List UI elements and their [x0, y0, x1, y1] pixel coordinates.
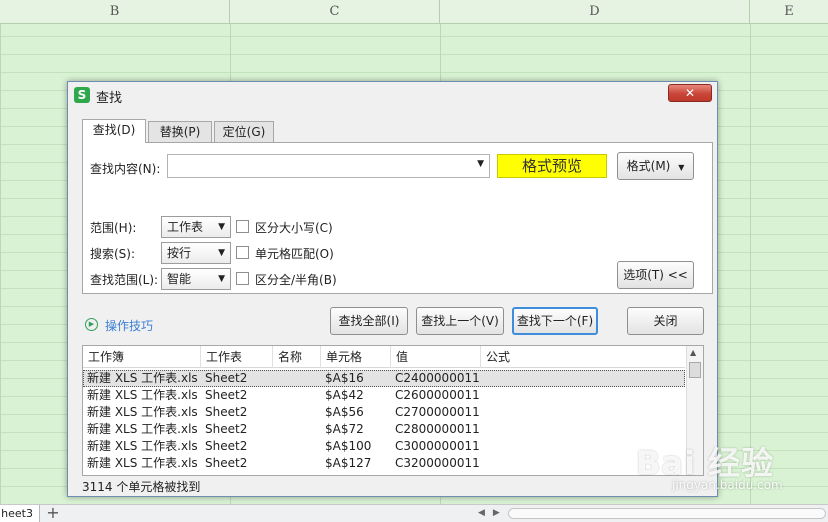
header-value[interactable]: 值: [391, 346, 481, 368]
tab-replace[interactable]: 替换(P): [148, 121, 212, 142]
tab-goto[interactable]: 定位(G): [214, 121, 274, 142]
match-cell-label: 单元格匹配(O): [255, 247, 334, 261]
column-header-c[interactable]: C: [230, 0, 440, 24]
baidu-watermark-url: jingyan.baidu.com: [672, 478, 783, 492]
cell-sheet: Sheet2: [205, 388, 248, 402]
column-header-b[interactable]: B: [0, 0, 230, 24]
find-previous-button[interactable]: 查找上一个(V): [416, 307, 504, 335]
header-sheet[interactable]: 工作表: [201, 346, 273, 368]
find-dialog: S 查找 ✕ 查找(D) 替换(P) 定位(G) 查找内容(N): ▼ 格式预览…: [67, 81, 718, 497]
match-cell-checkbox[interactable]: [236, 246, 249, 259]
results-rows: 新建 XLS 工作表.xls Sheet2 $A$16 C2400000011 …: [83, 370, 685, 472]
cell-sheet: Sheet2: [205, 405, 248, 419]
close-icon[interactable]: ✕: [668, 84, 712, 102]
options-button[interactable]: 选项(T) <<: [617, 261, 694, 289]
scope-label: 范围(H):: [90, 221, 137, 235]
scroll-up-icon[interactable]: ▲: [690, 348, 696, 357]
table-row[interactable]: 新建 XLS 工作表.xls Sheet2 $A$42 C2600000011: [83, 387, 685, 404]
sheet-tab[interactable]: heet3: [0, 505, 40, 522]
tab-find[interactable]: 查找(D): [82, 119, 146, 143]
cell-address: $A$42: [325, 388, 364, 402]
cell-address: $A$16: [325, 371, 364, 385]
cell-workbook: 新建 XLS 工作表.xls: [87, 456, 198, 470]
dialog-titlebar[interactable]: S 查找 ✕: [68, 82, 717, 108]
match-width-label: 区分全/半角(B): [255, 273, 337, 287]
find-panel: 查找内容(N): ▼ 格式预览 格式(M) ▼ 范围(H): 工作表 ▼ 区分大…: [82, 142, 713, 294]
cell-value: C2700000011: [395, 405, 480, 419]
lookin-select[interactable]: 智能 ▼: [161, 268, 231, 290]
results-header: 工作簿 工作表 名称 单元格 值 公式: [83, 346, 685, 368]
find-all-button[interactable]: 查找全部(I): [330, 307, 408, 335]
find-label: 查找内容(N):: [90, 162, 161, 176]
cell-workbook: 新建 XLS 工作表.xls: [87, 388, 198, 402]
column-header-e[interactable]: E: [750, 0, 828, 24]
cell-address: $A$127: [325, 456, 372, 470]
results-list: 工作簿 工作表 名称 单元格 值 公式 新建 XLS 工作表.xls Sheet…: [82, 345, 704, 476]
chevron-down-icon[interactable]: ▼: [477, 159, 484, 169]
cell-value: C2800000011: [395, 422, 480, 436]
tips-link[interactable]: 操作技巧: [105, 317, 153, 334]
cell-sheet: Sheet2: [205, 456, 248, 470]
format-button-label: 格式(M): [626, 159, 671, 173]
cell-address: $A$100: [325, 439, 372, 453]
scroll-arrows-icon[interactable]: ◀▶: [478, 508, 508, 518]
cell-sheet: Sheet2: [205, 371, 248, 385]
table-row[interactable]: 新建 XLS 工作表.xls Sheet2 $A$72 C2800000011: [83, 421, 685, 438]
match-case-label: 区分大小写(C): [255, 221, 333, 235]
cell-value: C2600000011: [395, 388, 480, 402]
dialog-title: 查找: [96, 91, 123, 106]
chevron-down-icon: ▼: [218, 222, 225, 232]
header-name[interactable]: 名称: [273, 346, 321, 368]
format-button[interactable]: 格式(M) ▼: [617, 152, 694, 180]
cell-sheet: Sheet2: [205, 422, 248, 436]
chevron-down-icon: ▼: [678, 163, 685, 172]
sheet-tab-bar: heet3 + ◀▶: [0, 504, 828, 522]
chevron-down-icon: ▼: [218, 248, 225, 258]
find-next-button[interactable]: 查找下一个(F): [512, 307, 598, 335]
format-preview: 格式预览: [497, 154, 607, 178]
scroll-thumb[interactable]: [689, 362, 701, 378]
cell-workbook: 新建 XLS 工作表.xls: [87, 371, 198, 385]
column-header-bar: B C D E: [0, 0, 828, 24]
grid-line: [750, 24, 751, 504]
match-width-checkbox[interactable]: [236, 272, 249, 285]
cell-workbook: 新建 XLS 工作表.xls: [87, 439, 198, 453]
close-button[interactable]: 关闭: [627, 307, 704, 335]
search-select[interactable]: 按行 ▼: [161, 242, 231, 264]
wps-logo-icon: S: [74, 87, 90, 103]
play-icon: ▶: [85, 318, 98, 331]
search-label: 搜索(S):: [90, 247, 136, 261]
table-row[interactable]: 新建 XLS 工作表.xls Sheet2 $A$127 C3200000011: [83, 455, 685, 472]
header-formula[interactable]: 公式: [481, 346, 685, 368]
match-case-checkbox[interactable]: [236, 220, 249, 233]
cell-sheet: Sheet2: [205, 439, 248, 453]
scope-value: 工作表: [167, 220, 204, 234]
lookin-label: 查找范围(L):: [90, 273, 159, 287]
cell-address: $A$72: [325, 422, 364, 436]
cell-address: $A$56: [325, 405, 364, 419]
scope-select[interactable]: 工作表 ▼: [161, 216, 231, 238]
cell-value: C2400000011: [395, 371, 480, 385]
horizontal-scrollbar[interactable]: [508, 508, 826, 519]
cell-workbook: 新建 XLS 工作表.xls: [87, 422, 198, 436]
column-header-d[interactable]: D: [440, 0, 750, 24]
chevron-down-icon: ▼: [218, 274, 225, 284]
cell-workbook: 新建 XLS 工作表.xls: [87, 405, 198, 419]
cell-value: C3200000011: [395, 456, 480, 470]
table-row[interactable]: 新建 XLS 工作表.xls Sheet2 $A$56 C2700000011: [83, 404, 685, 421]
table-row[interactable]: 新建 XLS 工作表.xls Sheet2 $A$16 C2400000011: [83, 370, 685, 387]
results-status: 3114 个单元格被找到: [82, 480, 201, 494]
add-sheet-icon[interactable]: +: [45, 505, 61, 522]
find-input[interactable]: ▼: [167, 154, 490, 178]
header-cell[interactable]: 单元格: [321, 346, 391, 368]
header-workbook[interactable]: 工作簿: [83, 346, 201, 368]
search-value: 按行: [167, 246, 192, 260]
lookin-value: 智能: [167, 272, 192, 286]
table-row[interactable]: 新建 XLS 工作表.xls Sheet2 $A$100 C3000000011: [83, 438, 685, 455]
cell-value: C3000000011: [395, 439, 480, 453]
